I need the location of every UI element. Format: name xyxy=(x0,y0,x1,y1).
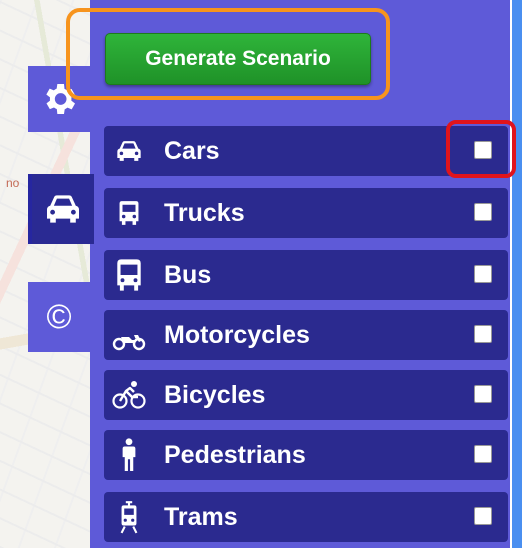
motorcycle-icon xyxy=(104,319,154,351)
bicycles-checkbox[interactable] xyxy=(474,385,492,403)
cars-checkbox[interactable] xyxy=(474,141,492,159)
vehicle-label: Pedestrians xyxy=(164,440,306,469)
vehicle-label: Bus xyxy=(164,260,212,289)
generate-scenario-button[interactable]: Generate Scenario xyxy=(105,33,371,85)
pedestrians-checkbox[interactable] xyxy=(474,445,492,463)
car-icon xyxy=(104,139,154,163)
tab-copyright[interactable]: © xyxy=(28,282,90,352)
copyright-icon: © xyxy=(46,298,72,336)
vehicle-row-bus[interactable]: Bus xyxy=(104,250,508,300)
panel-right-border xyxy=(512,0,522,548)
vehicle-label: Trams xyxy=(164,502,238,531)
truck-icon xyxy=(104,200,154,226)
vehicle-row-cars[interactable]: Cars xyxy=(104,126,508,176)
motorcycles-checkbox[interactable] xyxy=(474,325,492,343)
trams-checkbox[interactable] xyxy=(474,507,492,525)
map-road-label: no xyxy=(6,176,20,190)
trucks-checkbox[interactable] xyxy=(474,203,492,221)
vehicle-label: Bicycles xyxy=(164,380,266,409)
vehicle-row-bicycles[interactable]: Bicycles xyxy=(104,370,508,420)
tab-settings[interactable] xyxy=(28,66,90,132)
gear-icon xyxy=(46,84,75,114)
vehicle-row-trucks[interactable]: Trucks xyxy=(104,188,508,238)
vehicle-label: Motorcycles xyxy=(164,320,310,349)
vehicle-row-trams[interactable]: Trams xyxy=(104,492,508,542)
vehicle-row-motorcycles[interactable]: Motorcycles xyxy=(104,310,508,360)
pedestrian-icon xyxy=(104,438,154,472)
bus-checkbox[interactable] xyxy=(474,265,492,283)
vehicle-label: Cars xyxy=(164,136,220,165)
tab-vehicles[interactable] xyxy=(28,174,94,244)
vehicle-row-pedestrians[interactable]: Pedestrians xyxy=(104,430,508,480)
bus-icon xyxy=(104,258,154,292)
bicycle-icon xyxy=(104,380,154,410)
car-icon xyxy=(47,195,79,223)
tram-icon xyxy=(104,500,154,534)
vehicle-label: Trucks xyxy=(164,198,245,227)
